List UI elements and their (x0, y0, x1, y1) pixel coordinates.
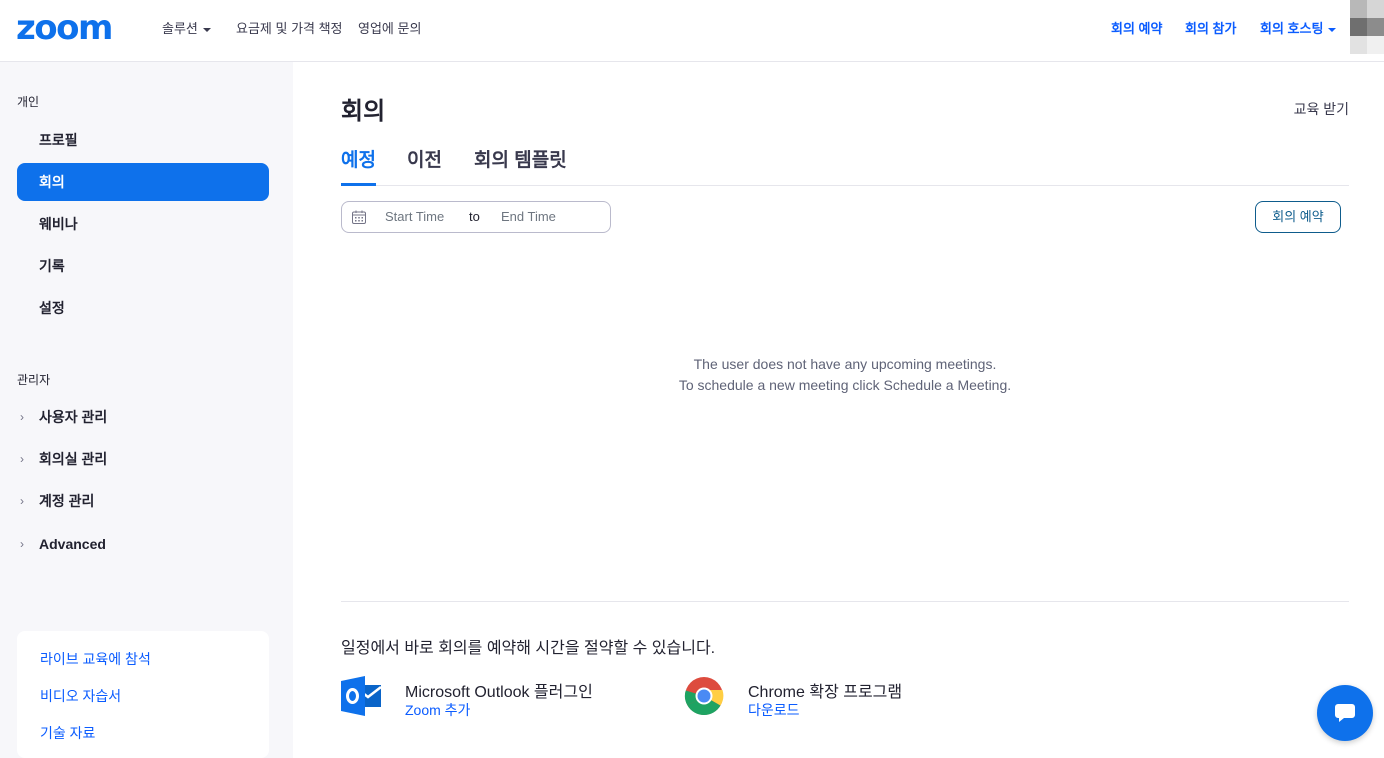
tab-upcoming[interactable]: 예정 (341, 148, 376, 186)
empty-state-message: The user does not have any upcoming meet… (341, 354, 1349, 396)
host-meeting-link[interactable]: 회의 호스팅 (1260, 20, 1337, 38)
sidebar-item-settings[interactable]: 설정 (17, 289, 269, 327)
sidebar-item-user-management[interactable]: › 사용자 관리 (17, 398, 269, 436)
avatar[interactable] (1350, 0, 1384, 54)
sidebar-item-account-management[interactable]: › 계정 관리 (17, 482, 269, 520)
tab-meeting-templates[interactable]: 회의 템플릿 (474, 148, 567, 186)
caret-down-icon (202, 27, 211, 32)
sidebar-item-profile[interactable]: 프로필 (17, 121, 269, 159)
tab-previous[interactable]: 이전 (407, 148, 442, 186)
meeting-tabs: 예정 이전 회의 템플릿 (341, 148, 1349, 186)
schedule-meeting-link[interactable]: 회의 예약 (1111, 20, 1162, 38)
sidebar-section-admin: 관리자 (17, 373, 51, 387)
outlook-plugin-title: Microsoft Outlook 플러그인 (405, 684, 593, 701)
empty-state-line-1: The user does not have any upcoming meet… (693, 356, 997, 372)
chrome-extension-title: Chrome 확장 프로그램 (748, 684, 903, 701)
empty-state-line-2: To schedule a new meeting click Schedule… (678, 377, 1012, 393)
chevron-right-icon: › (20, 410, 24, 424)
download-chrome-extension-link[interactable]: 다운로드 (748, 700, 800, 720)
get-training-link[interactable]: 교육 받기 (1294, 99, 1349, 119)
section-divider (341, 601, 1349, 602)
sidebar: 개인 프로필 회의 웨비나 기록 설정 관리자 › 사용자 관리 › 회의실 관… (0, 62, 293, 758)
zoom-logo[interactable]: zoom (16, 11, 113, 45)
end-time-input[interactable]: End Time (501, 202, 556, 232)
chevron-right-icon: › (20, 537, 24, 551)
calendar-promo-text: 일정에서 바로 회의를 예약해 시간을 절약할 수 있습니다. (341, 640, 716, 657)
page-title: 회의 (341, 98, 386, 125)
sidebar-item-recordings[interactable]: 기록 (17, 247, 269, 285)
top-navigation-bar: zoom 솔루션 요금제 및 가격 책정 영업에 문의 회의 예약 회의 참가 … (0, 0, 1384, 62)
join-meeting-link[interactable]: 회의 참가 (1185, 20, 1236, 38)
sidebar-item-room-management[interactable]: › 회의실 관리 (17, 440, 269, 478)
nav-pricing[interactable]: 요금제 및 가격 책정 (236, 20, 343, 38)
host-meeting-label: 회의 호스팅 (1260, 21, 1324, 36)
add-zoom-outlook-link[interactable]: Zoom 추가 (405, 700, 470, 720)
outlook-icon (341, 676, 381, 716)
chrome-icon (684, 677, 724, 716)
sidebar-item-label: Advanced (39, 536, 106, 552)
chevron-right-icon: › (20, 452, 24, 466)
date-range-separator: to (469, 209, 480, 224)
sidebar-item-meetings[interactable]: 회의 (17, 163, 269, 201)
sidebar-item-label: 계정 관리 (39, 493, 95, 509)
nav-contact-sales[interactable]: 영업에 문의 (358, 20, 421, 38)
start-time-input[interactable]: Start Time (385, 202, 444, 232)
sidebar-item-advanced[interactable]: › Advanced (17, 525, 269, 563)
sidebar-item-label: 회의실 관리 (39, 451, 108, 467)
nav-solutions-label: 솔루션 (162, 21, 198, 36)
caret-down-icon (1328, 27, 1337, 32)
chat-bubble-icon (1335, 704, 1355, 722)
knowledge-base-link[interactable]: 기술 자료 (40, 723, 95, 743)
date-range-picker: Start Time to End Time (341, 201, 611, 233)
schedule-meeting-button[interactable]: 회의 예약 (1255, 201, 1341, 233)
sidebar-item-label: 사용자 관리 (39, 409, 108, 425)
video-tutorials-link[interactable]: 비디오 자습서 (40, 686, 121, 706)
sidebar-section-personal: 개인 (17, 95, 40, 109)
help-links-card: 라이브 교육에 참석 비디오 자습서 기술 자료 (17, 631, 269, 758)
live-training-link[interactable]: 라이브 교육에 참석 (40, 649, 151, 669)
calendar-icon (352, 210, 366, 224)
sidebar-item-webinars[interactable]: 웨비나 (17, 205, 269, 243)
chat-support-button[interactable] (1317, 685, 1373, 741)
chevron-right-icon: › (20, 494, 24, 508)
nav-solutions[interactable]: 솔루션 (162, 20, 211, 38)
